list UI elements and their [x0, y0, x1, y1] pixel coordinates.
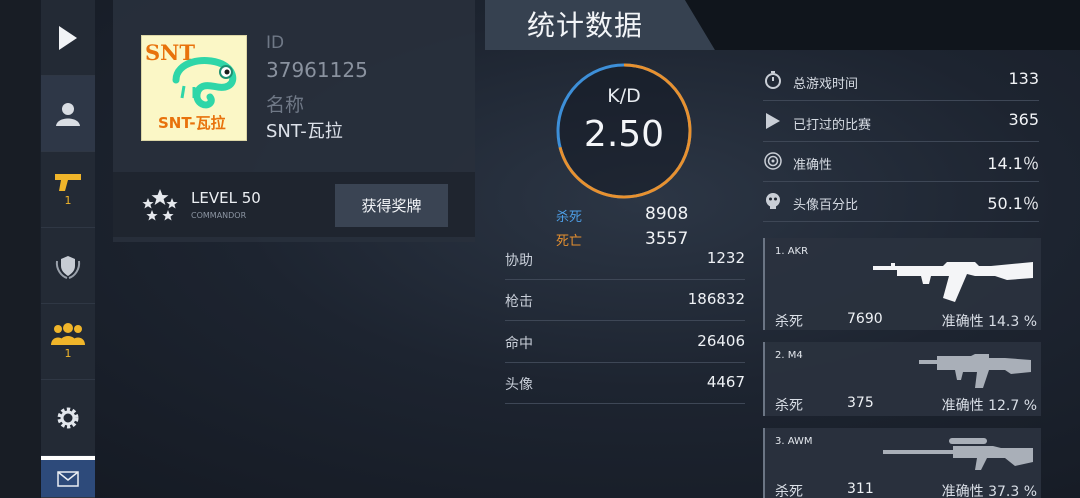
- sidebar-item-clan[interactable]: 1: [41, 304, 95, 380]
- user-icon: [56, 102, 80, 126]
- sidebar-item-mail[interactable]: [41, 456, 95, 498]
- stat-value: 186832: [687, 290, 745, 308]
- play-icon: [766, 113, 780, 129]
- stat-value: 1232: [706, 249, 745, 267]
- name-value: SNT-瓦拉: [266, 121, 343, 142]
- stat-label: 协助: [505, 253, 533, 269]
- assault-rifle-icon: [873, 262, 1033, 302]
- summary-value: 14.1％: [987, 154, 1039, 173]
- summary-value: 365: [1008, 110, 1039, 129]
- mail-icon: [57, 470, 79, 487]
- stats-title: 统计数据: [527, 9, 644, 42]
- stat-label: 头像: [505, 377, 533, 393]
- play-icon: [59, 25, 77, 50]
- rank-stars-icon: [142, 189, 178, 221]
- stopwatch-icon: [765, 71, 781, 89]
- stat-row-shots: 枪击 186832: [505, 281, 745, 321]
- summary-value: 133: [1008, 69, 1039, 88]
- kills-value: 8908: [645, 204, 689, 224]
- sidebar-item-weapons[interactable]: 1: [41, 152, 95, 228]
- kd-label: K/D: [607, 85, 641, 107]
- stat-row-headshots: 头像 4467: [505, 364, 745, 404]
- summary-label: 总游戏时间: [793, 77, 859, 92]
- summary-label: 准确性: [793, 158, 833, 173]
- stat-label: 命中: [505, 336, 533, 352]
- stat-row-hits: 命中 26406: [505, 323, 745, 363]
- avatar[interactable]: SNT SNT-瓦拉: [141, 35, 247, 141]
- sidebar-item-play[interactable]: [41, 0, 95, 76]
- weapon-card-m4[interactable]: 2. M4 杀死 375 准确性 12.7 %: [763, 342, 1041, 416]
- summary-row-headshot-pct: 头像百分比 50.1％: [763, 182, 1039, 222]
- sidebar: 1 1: [41, 0, 95, 498]
- stat-row-assists: 协助 1232: [505, 240, 745, 280]
- weapon-kills-label: 杀死: [775, 314, 803, 330]
- carbine-icon: [919, 354, 1031, 388]
- weapon-accuracy: 准确性 14.3 %: [941, 314, 1037, 330]
- weapon-name: 1. AKR: [775, 246, 809, 257]
- id-label: ID: [266, 33, 285, 53]
- level-text: LEVEL 50: [191, 189, 261, 207]
- weapon-kills-value: 311: [847, 481, 874, 497]
- summary-row-playtime: 总游戏时间 133: [763, 61, 1039, 101]
- shield-laurel-icon: [55, 255, 81, 279]
- weapons-count: 1: [64, 194, 72, 207]
- summary-row-accuracy: 准确性 14.1％: [763, 142, 1039, 182]
- summary-label: 已打过的比赛: [793, 118, 872, 133]
- summary-row-matches: 已打过的比赛 365: [763, 102, 1039, 142]
- rank-text: COMMANDOR: [191, 211, 247, 220]
- summary-label: 头像百分比: [793, 198, 859, 213]
- weapon-accuracy: 准确性 12.7 %: [941, 398, 1037, 414]
- sidebar-item-achievements[interactable]: [41, 228, 95, 304]
- weapon-card-akr[interactable]: 1. AKR 杀死 7690 准确性 14.3 %: [763, 238, 1041, 330]
- id-value: 37961125: [266, 58, 368, 82]
- sidebar-item-profile[interactable]: [41, 76, 95, 152]
- stat-label: 枪击: [505, 294, 533, 310]
- kd-value: 2.50: [583, 114, 665, 155]
- weapon-kills-value: 7690: [847, 311, 883, 327]
- pistol-icon: [55, 174, 81, 191]
- sniper-rifle-icon: [883, 438, 1033, 470]
- weapon-kills-value: 375: [847, 395, 874, 411]
- headshot-icon: [766, 193, 780, 209]
- chameleon-logo-icon: [172, 57, 237, 109]
- target-icon: [764, 152, 782, 170]
- logo-subtext: SNT-瓦拉: [158, 114, 226, 132]
- stat-value: 26406: [697, 332, 745, 350]
- weapon-accuracy: 准确性 37.3 %: [941, 484, 1037, 498]
- weapon-kills-label: 杀死: [775, 484, 803, 498]
- group-icon: [51, 323, 85, 345]
- get-medals-button[interactable]: 获得奖牌: [335, 184, 448, 227]
- name-label: 名称: [266, 94, 305, 116]
- clan-count: 1: [64, 347, 72, 360]
- summary-value: 50.1％: [987, 194, 1039, 213]
- sidebar-item-settings[interactable]: [41, 380, 95, 456]
- weapon-name: 2. M4: [775, 350, 803, 361]
- kills-label: 杀死: [556, 210, 583, 225]
- gear-icon: [57, 407, 79, 428]
- left-edge: [0, 0, 40, 498]
- weapon-name: 3. AWM: [775, 436, 813, 447]
- stat-value: 4467: [706, 373, 745, 391]
- weapon-kills-label: 杀死: [775, 398, 803, 414]
- weapon-card-awm[interactable]: 3. AWM 杀死 311 准确性 37.3 %: [763, 428, 1041, 498]
